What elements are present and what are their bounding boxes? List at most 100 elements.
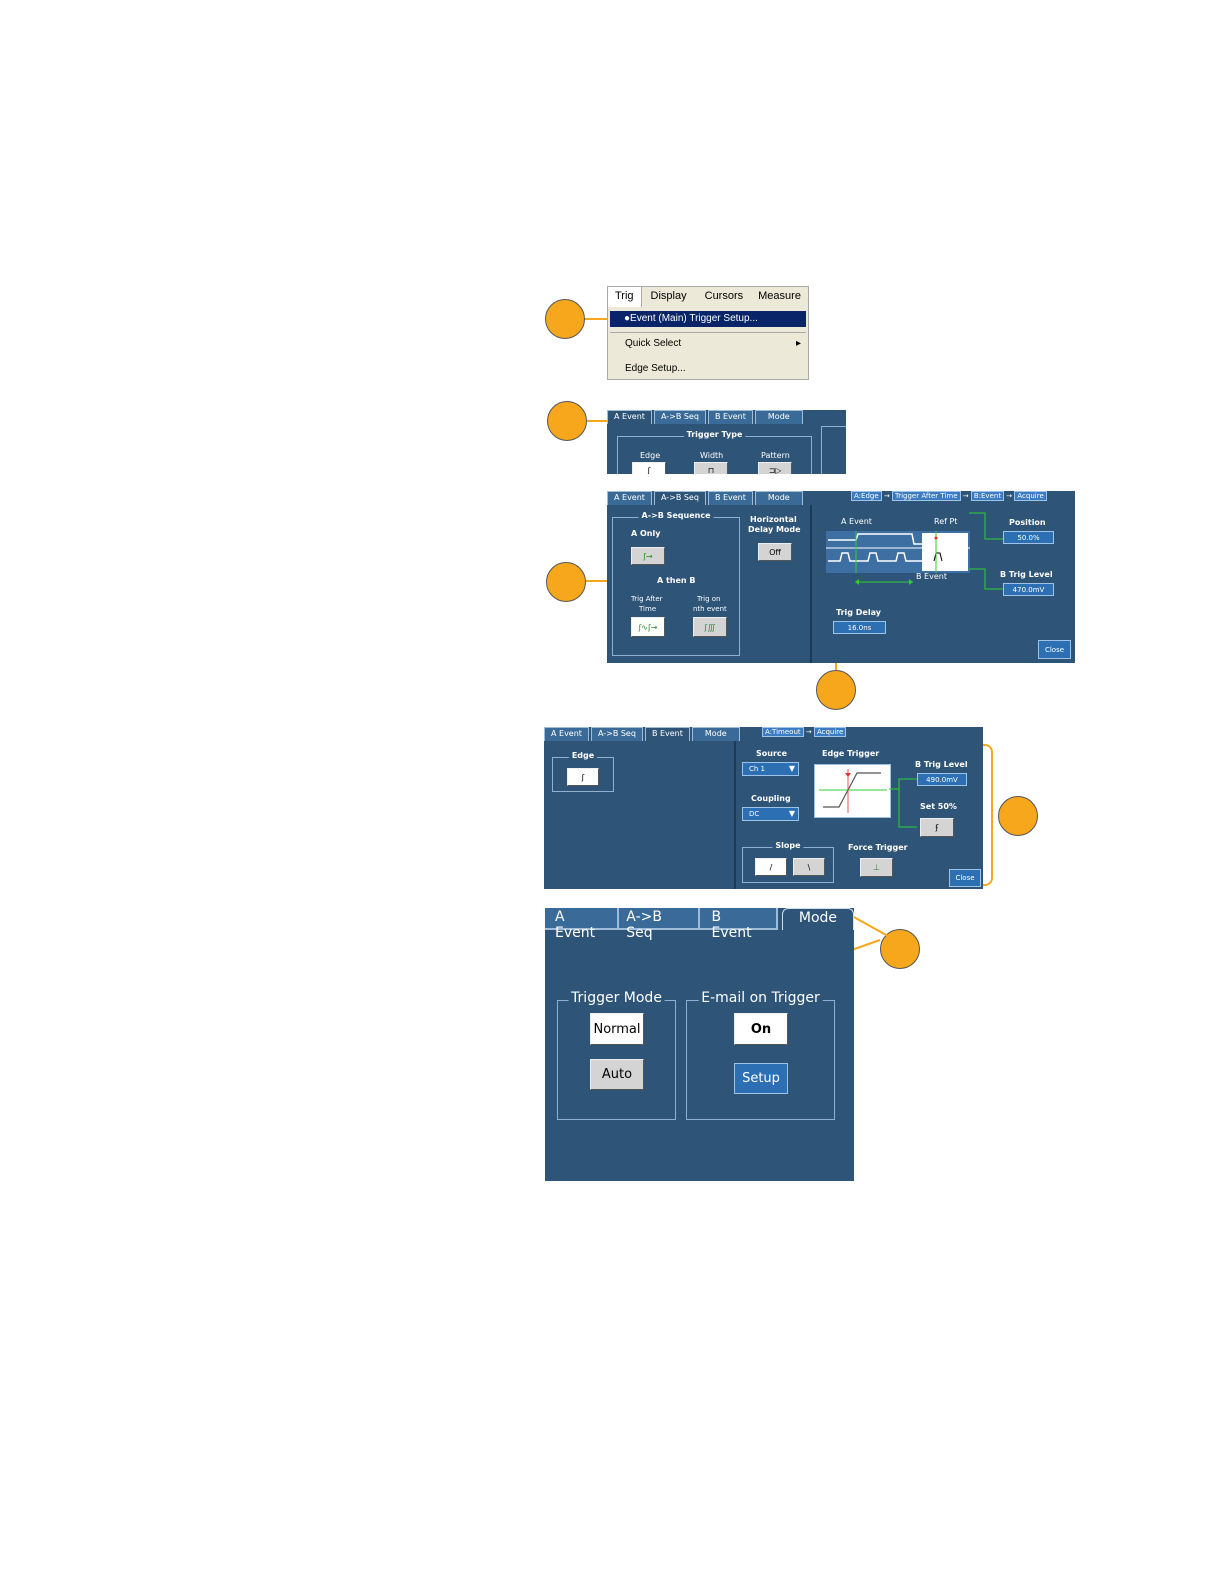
menu-separator — [610, 332, 806, 333]
tab-a-event[interactable]: A Event — [544, 727, 589, 741]
edge-trigger-graphic — [814, 764, 891, 818]
ab-sequence-title: A->B Sequence — [638, 511, 714, 520]
tab-b-event[interactable]: B Event — [644, 727, 690, 741]
delay-bracket — [855, 579, 913, 585]
edge-label: Edge — [640, 451, 661, 460]
a-only-button[interactable]: ʃ→ — [631, 547, 665, 565]
dropdown-arrow-icon: ▼ — [788, 809, 795, 818]
tab-ab-seq[interactable]: A->B Seq — [653, 410, 706, 424]
force-trigger-label: Force Trigger — [848, 843, 908, 852]
menu-trig[interactable]: Trig — [608, 287, 642, 307]
breadcrumb: A:Edge → Trigger After Time → B:Event → … — [851, 491, 1047, 501]
edge-trigger-label: Edge Trigger — [822, 749, 880, 758]
b-trig-level-label: B Trig Level — [1000, 570, 1053, 579]
normal-button[interactable]: Normal — [590, 1013, 644, 1045]
edge-group-title: Edge — [568, 751, 598, 760]
position-value[interactable]: 50.0% — [1003, 531, 1054, 544]
trigger-type-group: Trigger Type Edge Width Pattern ʃ ⊓ ⊐▷ — [617, 430, 812, 474]
b-trig-level-label-3: B Trig Level — [915, 760, 968, 769]
trig-delay-label: Trig Delay — [836, 608, 881, 617]
trig-on-nth-label-2: nth event — [693, 605, 727, 613]
coupling-dropdown[interactable]: DC ▼ — [742, 807, 799, 821]
trigger-waveform-graphic — [826, 531, 970, 573]
leader-line-2 — [587, 420, 609, 422]
tab-mode[interactable]: Mode — [781, 908, 854, 930]
width-type-button[interactable]: ⊓ — [694, 462, 728, 474]
horizontal-delay-label-2: Delay Mode — [748, 525, 801, 534]
slope-group: Slope / \ — [742, 841, 834, 883]
pattern-label: Pattern — [761, 451, 790, 460]
edge-waveform — [819, 769, 887, 813]
rising-slope-button[interactable]: / — [755, 858, 787, 876]
tab-b-event[interactable]: B Event — [707, 491, 753, 505]
a-only-label: A Only — [631, 529, 661, 538]
tab-ab-seq[interactable]: A->B Seq — [590, 727, 643, 741]
trig-after-time-button[interactable]: ʃ∿ʃ→ — [631, 617, 665, 637]
tab-a-event[interactable]: A Event — [607, 410, 652, 424]
tab-b-event[interactable]: B Event — [707, 410, 753, 424]
email-setup-button[interactable]: Setup — [734, 1063, 788, 1094]
source-label: Source — [756, 749, 788, 758]
email-on-trigger-title: E-mail on Trigger — [698, 990, 823, 1006]
close-button-3[interactable]: Close — [949, 869, 981, 887]
trigger-mode-group: Trigger Mode Normal Auto — [557, 990, 676, 1120]
panel-divider-3 — [734, 741, 736, 889]
tab-mode[interactable]: Mode — [691, 727, 740, 741]
menu-cursors[interactable]: Cursors — [696, 287, 753, 307]
trigger-mode-title: Trigger Mode — [568, 990, 665, 1006]
tab-mode[interactable]: Mode — [754, 410, 803, 424]
callout-1 — [545, 299, 585, 339]
coupling-label: Coupling — [751, 794, 791, 803]
menu-measure[interactable]: Measure — [752, 287, 807, 307]
tab-ab-seq[interactable]: A->B Seq — [653, 491, 706, 505]
callout-5 — [998, 796, 1038, 836]
tab-a-event[interactable]: A Event — [545, 908, 620, 941]
trig-after-time-label-2: Time — [639, 605, 657, 613]
horizontal-delay-toggle[interactable]: Off — [758, 543, 792, 561]
tab-a-event[interactable]: A Event — [607, 491, 652, 505]
menu-item-quick-select[interactable]: Quick Select ▸ — [625, 338, 805, 349]
b-trig-level-value-3[interactable]: 490.0mV — [917, 773, 967, 786]
a-event-label: A Event — [841, 517, 872, 526]
ref-pt-label: Ref Pt — [934, 517, 958, 526]
email-on-button[interactable]: On — [734, 1013, 788, 1045]
submenu-arrow-icon: ▸ — [795, 338, 801, 349]
trig-level-connector — [889, 778, 917, 828]
trigger-diagram — [826, 531, 970, 573]
menu-item-event-trigger-setup[interactable]: ●Event (Main) Trigger Setup... — [610, 311, 806, 327]
edge-group: Edge ʃ — [552, 751, 614, 792]
tab-bar-3: A Event A->B Seq B Event Mode — [544, 727, 742, 741]
horizontal-delay-label-1: Horizontal — [750, 515, 797, 524]
tab-bar-2: A Event A->B Seq B Event Mode — [607, 491, 805, 505]
trigger-type-panel: A Event A->B Seq B Event Mode Trigger Ty… — [607, 410, 846, 474]
mode-panel: A Event A->B Seq B Event Mode Trigger Mo… — [545, 908, 854, 1181]
ab-sequence-group: A->B Sequence A Only ʃ→ A then B Trig Af… — [612, 511, 740, 656]
trig-on-nth-event-button[interactable]: ʃ∭ — [693, 617, 727, 637]
trig-delay-value[interactable]: 16.0ns — [833, 621, 886, 634]
tab-mode[interactable]: Mode — [754, 491, 803, 505]
callout-3 — [546, 562, 586, 602]
set-50-button[interactable]: ʄ — [920, 818, 954, 837]
source-dropdown[interactable]: Ch 1 ▼ — [742, 762, 799, 776]
b-trig-level-value[interactable]: 470.0mV — [1003, 583, 1054, 596]
close-button[interactable]: Close — [1038, 640, 1071, 659]
callout-4 — [816, 670, 856, 710]
tab-ab-seq[interactable]: A->B Seq — [619, 908, 700, 941]
force-trigger-button[interactable]: ⊥ — [860, 858, 893, 877]
email-on-trigger-group: E-mail on Trigger On Setup — [686, 990, 835, 1120]
set-50-label: Set 50% — [920, 802, 957, 811]
edge-type-button[interactable]: ʃ — [632, 462, 666, 474]
falling-slope-button[interactable]: \ — [793, 858, 825, 876]
tab-bar: A Event A->B Seq B Event Mode — [607, 410, 805, 424]
auto-button[interactable]: Auto — [590, 1059, 644, 1090]
position-label: Position — [1009, 518, 1046, 527]
menu-item-edge-setup[interactable]: Edge Setup... — [625, 363, 686, 374]
tab-bar-4: A Event A->B Seq B Event Mode — [545, 908, 854, 941]
menu-display[interactable]: Display — [642, 287, 696, 307]
edge-button[interactable]: ʃ — [567, 768, 599, 786]
partial-group — [821, 426, 846, 474]
pattern-type-button[interactable]: ⊐▷ — [758, 462, 792, 474]
menu-bar: Trig Display Cursors Measure — [608, 287, 808, 307]
slope-title: Slope — [772, 841, 804, 850]
tab-b-event[interactable]: B Event — [699, 908, 778, 941]
